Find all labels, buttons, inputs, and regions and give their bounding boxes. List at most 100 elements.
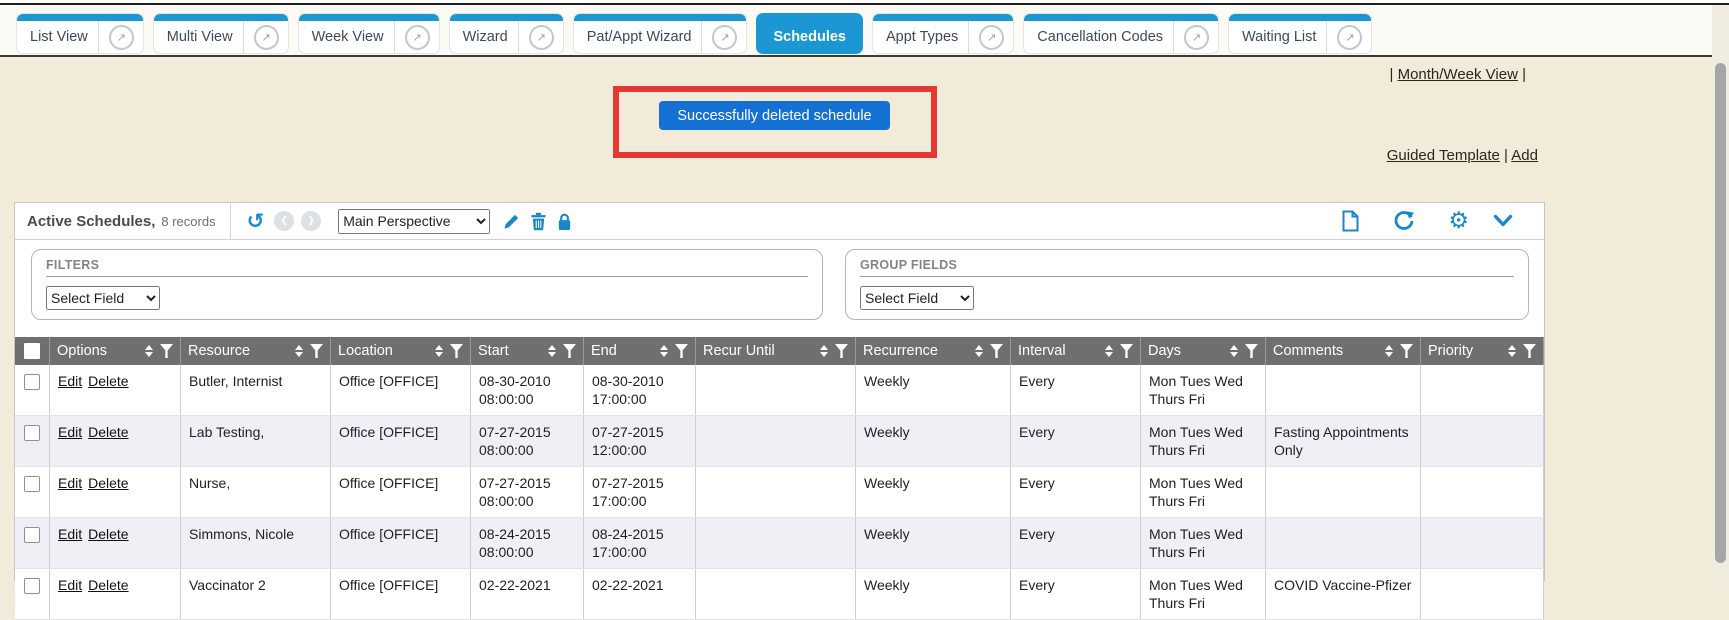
filter-funnel-icon[interactable] [835, 344, 848, 358]
sort-icon[interactable] [1385, 345, 1393, 357]
filter-funnel-icon[interactable] [160, 344, 173, 358]
open-in-new-window-icon[interactable]: ↗ [712, 25, 737, 50]
column-header-days[interactable]: Days [1141, 337, 1266, 365]
sort-down-arrow [1508, 352, 1516, 357]
sort-down-arrow [1385, 352, 1393, 357]
tab-body: List View↗ [17, 21, 143, 53]
tab-divider [1173, 21, 1174, 53]
sort-icon[interactable] [1230, 345, 1238, 357]
sort-icon[interactable] [295, 345, 303, 357]
vertical-scrollbar-track[interactable] [1712, 5, 1729, 581]
sort-up-arrow [548, 345, 556, 350]
tab-list-view[interactable]: List View↗ [16, 13, 144, 54]
delete-perspective-icon[interactable] [530, 212, 547, 231]
open-in-new-window-icon[interactable]: ↗ [1184, 25, 1209, 50]
column-header-comments[interactable]: Comments [1266, 337, 1421, 365]
row-checkbox[interactable] [24, 476, 40, 492]
filter-funnel-icon[interactable] [310, 344, 323, 358]
select-all-checkbox[interactable] [24, 343, 40, 359]
refresh-icon[interactable] [1393, 210, 1415, 232]
tab-multi-view[interactable]: Multi View↗ [153, 13, 289, 54]
group-fields-box: GROUP FIELDS Select Field [845, 249, 1529, 320]
filter-funnel-icon[interactable] [675, 344, 688, 358]
row-checkbox[interactable] [24, 374, 40, 390]
tab-schedules[interactable]: Schedules [756, 13, 863, 54]
sort-icon[interactable] [145, 345, 153, 357]
column-header-resource[interactable]: Resource [181, 337, 331, 365]
tab-wizard[interactable]: Wizard↗ [449, 13, 564, 54]
tab-appt-types[interactable]: Appt Types↗ [872, 13, 1014, 54]
sort-down-arrow [548, 352, 556, 357]
open-in-new-window-icon[interactable]: ↗ [1337, 25, 1362, 50]
tab-week-view[interactable]: Week View↗ [298, 13, 440, 54]
group-fields-select[interactable]: Select Field [860, 286, 974, 310]
filter-funnel-icon[interactable] [1400, 344, 1413, 358]
settings-gear-icon[interactable]: ⚙ [1448, 210, 1469, 233]
open-in-new-window-icon[interactable]: ↗ [254, 25, 279, 50]
filter-funnel-icon[interactable] [990, 344, 1003, 358]
open-in-new-window-icon[interactable]: ↗ [109, 25, 134, 50]
cell-location: Office [OFFICE] [331, 365, 471, 415]
tab-divider [968, 21, 969, 53]
vertical-scrollbar-thumb[interactable] [1715, 63, 1726, 563]
success-notification[interactable]: Successfully deleted schedule [659, 101, 890, 130]
column-header-location[interactable]: Location [331, 337, 471, 365]
edit-link[interactable]: Edit [58, 475, 82, 491]
column-header-priority[interactable]: Priority [1421, 337, 1544, 365]
edit-link[interactable]: Edit [58, 373, 82, 389]
filter-funnel-icon[interactable] [1120, 344, 1133, 358]
row-checkbox[interactable] [24, 578, 40, 594]
filter-funnel-icon[interactable] [563, 344, 576, 358]
column-header-recurrence[interactable]: Recurrence [856, 337, 1011, 365]
filter-funnel-icon[interactable] [1245, 344, 1258, 358]
undo-icon[interactable]: ↺ [247, 211, 265, 232]
tab-pat-appt-wizard[interactable]: Pat/Appt Wizard↗ [573, 13, 748, 54]
forward-icon[interactable]: ❯ [301, 211, 321, 231]
cell-recur-until [696, 365, 856, 415]
perspective-select[interactable]: Main Perspective [338, 209, 490, 234]
tab-top-bar [17, 14, 143, 21]
delete-link[interactable]: Delete [88, 424, 128, 440]
delete-link[interactable]: Delete [88, 373, 128, 389]
sort-icon[interactable] [820, 345, 828, 357]
sort-down-arrow [145, 352, 153, 357]
open-in-new-window-icon[interactable]: ↗ [979, 25, 1004, 50]
add-link[interactable]: Add [1511, 147, 1538, 164]
open-in-new-window-icon[interactable]: ↗ [405, 25, 430, 50]
collapse-chevron-icon[interactable] [1493, 214, 1513, 228]
sort-icon[interactable] [1508, 345, 1516, 357]
edit-perspective-icon[interactable] [502, 212, 521, 231]
row-checkbox[interactable] [24, 425, 40, 441]
filter-funnel-icon[interactable] [1523, 344, 1536, 358]
column-header-end[interactable]: End [584, 337, 696, 365]
sort-icon[interactable] [1105, 345, 1113, 357]
cell-resource: Simmons, Nicole [181, 518, 331, 568]
cell-comments [1266, 467, 1421, 517]
column-header-recur-until[interactable]: Recur Until [696, 337, 856, 365]
options-cell: Edit Delete [50, 467, 181, 517]
delete-link[interactable]: Delete [88, 577, 128, 593]
column-header-options[interactable]: Options [50, 337, 181, 365]
tab-waiting-list[interactable]: Waiting List↗ [1228, 13, 1372, 54]
guided-template-link[interactable]: Guided Template [1387, 147, 1500, 164]
column-header-start[interactable]: Start [471, 337, 584, 365]
column-header-interval[interactable]: Interval [1011, 337, 1141, 365]
back-icon[interactable]: ❮ [274, 211, 294, 231]
filters-field-select[interactable]: Select Field [46, 286, 160, 310]
tab-cancellation-codes[interactable]: Cancellation Codes↗ [1023, 13, 1219, 54]
row-checkbox[interactable] [24, 527, 40, 543]
sort-icon[interactable] [435, 345, 443, 357]
filter-funnel-icon[interactable] [450, 344, 463, 358]
lock-icon[interactable] [556, 212, 573, 231]
delete-link[interactable]: Delete [88, 526, 128, 542]
month-week-view-link[interactable]: Month/Week View [1398, 66, 1518, 83]
edit-link[interactable]: Edit [58, 526, 82, 542]
sort-icon[interactable] [660, 345, 668, 357]
delete-link[interactable]: Delete [88, 475, 128, 491]
sort-icon[interactable] [548, 345, 556, 357]
sort-icon[interactable] [975, 345, 983, 357]
edit-link[interactable]: Edit [58, 424, 82, 440]
open-in-new-window-icon[interactable]: ↗ [529, 25, 554, 50]
new-document-icon[interactable] [1340, 210, 1360, 232]
edit-link[interactable]: Edit [58, 577, 82, 593]
